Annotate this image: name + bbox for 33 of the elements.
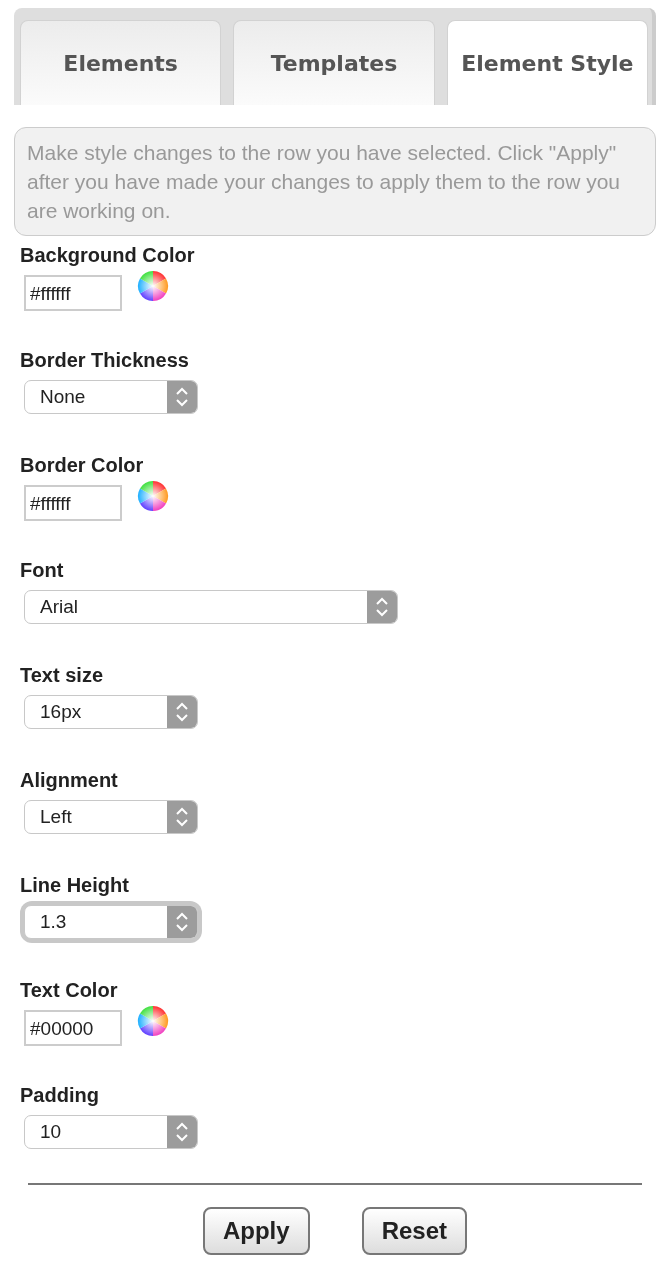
field-label: Line Height xyxy=(20,874,130,897)
field-label: Background Color xyxy=(20,244,196,267)
color-input-field[interactable]: #00000 xyxy=(24,1010,122,1046)
select-dropdown[interactable]: 1.3 xyxy=(24,905,198,939)
chevron-up-down-icon xyxy=(167,906,197,938)
apply-button[interactable]: Apply xyxy=(202,1207,310,1255)
tab[interactable]: Element Style xyxy=(446,20,648,105)
select-dropdown[interactable]: Arial xyxy=(24,590,398,624)
chevron-up-down-icon xyxy=(167,381,197,413)
color-input-field[interactable]: #ffffff xyxy=(24,275,122,311)
field-label: Text Color xyxy=(20,979,119,1002)
info-message: Make style changes to the row you have selected. Click "Apply" after you have made your changes to apply them to the row you are working on. xyxy=(14,127,656,236)
chevron-up-down-icon xyxy=(167,801,197,833)
color-wheel-icon[interactable] xyxy=(136,1004,170,1038)
field-label: Border Thickness xyxy=(20,349,190,372)
tab[interactable]: Templates xyxy=(233,20,435,105)
color-wheel-icon[interactable] xyxy=(136,269,170,303)
select-dropdown[interactable]: None xyxy=(24,380,198,414)
field-label: Text size xyxy=(20,664,104,687)
color-wheel-icon[interactable] xyxy=(136,479,170,513)
field-label: Padding xyxy=(20,1084,100,1107)
color-input-field[interactable]: #ffffff xyxy=(24,485,122,521)
chevron-up-down-icon xyxy=(167,1116,197,1148)
tab[interactable]: Elements xyxy=(20,20,222,105)
select-dropdown[interactable]: 10 xyxy=(24,1115,198,1149)
reset-button[interactable]: Reset xyxy=(361,1207,467,1255)
field-label: Alignment xyxy=(20,769,119,792)
chevron-up-down-icon xyxy=(167,696,197,728)
chevron-up-down-icon xyxy=(367,591,397,623)
select-dropdown[interactable]: 16px xyxy=(24,695,198,729)
field-label: Font xyxy=(20,559,65,582)
select-dropdown[interactable]: Left xyxy=(24,800,198,834)
field-label: Border Color xyxy=(20,454,145,477)
